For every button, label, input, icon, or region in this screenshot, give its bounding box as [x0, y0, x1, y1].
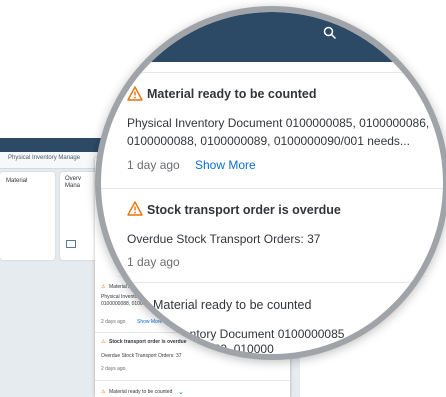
warning-icon [127, 201, 143, 216]
divider [101, 188, 443, 189]
notification-title: Material ready to be counted [153, 298, 312, 312]
notification-title: Stock transport order is overdue [109, 339, 187, 345]
tile-title: Overv [65, 176, 82, 182]
notification-text: Overdue Stock Transport Orders: 37 [101, 353, 182, 359]
notification-text: 0100000088, 0100000089, 0100000090/001 n… [127, 134, 410, 148]
shell-header [101, 12, 443, 62]
show-more-link[interactable]: Show More [137, 319, 162, 326]
notification-title: Material ready to be counted [109, 389, 173, 395]
warning-icon: ⚠ [101, 389, 106, 395]
tile-title: Material [6, 178, 28, 184]
warning-icon: ⚠ [101, 284, 106, 290]
search-icon[interactable] [323, 26, 337, 40]
magnifier-lens: Material ready to be counted Physical In… [95, 6, 446, 360]
notification-time: 2 days ago [101, 319, 126, 325]
tile-title: Mana [65, 183, 81, 189]
divider [101, 72, 443, 73]
notification-title: Stock transport order is overdue [147, 203, 341, 217]
chevron-down-icon[interactable]: ⌄ [178, 388, 184, 396]
show-more-link[interactable]: Show More [195, 158, 256, 172]
warning-icon [127, 86, 143, 101]
tab-physical-inventory[interactable]: Physical Inventory Manage [8, 155, 80, 161]
notification-time: 1 day ago [127, 255, 180, 269]
notification-time: 2 days ago [101, 366, 126, 372]
divider [95, 380, 290, 381]
notification-title: Material ready to be counted [147, 87, 317, 101]
notification-text: Physical Inventory Document 0100000085, … [127, 116, 430, 130]
divider [101, 282, 443, 283]
notification-time: 1 day ago [127, 158, 180, 172]
notification-text: Overdue Stock Transport Orders: 37 [127, 232, 321, 246]
notification-text: ventory Document 0100000085 [177, 327, 345, 341]
app-tile-material[interactable]: Material [0, 172, 55, 260]
warning-icon: ⚠ [101, 339, 106, 345]
notification-text: 000089, 010000 [187, 342, 274, 356]
document-icon [66, 240, 76, 248]
